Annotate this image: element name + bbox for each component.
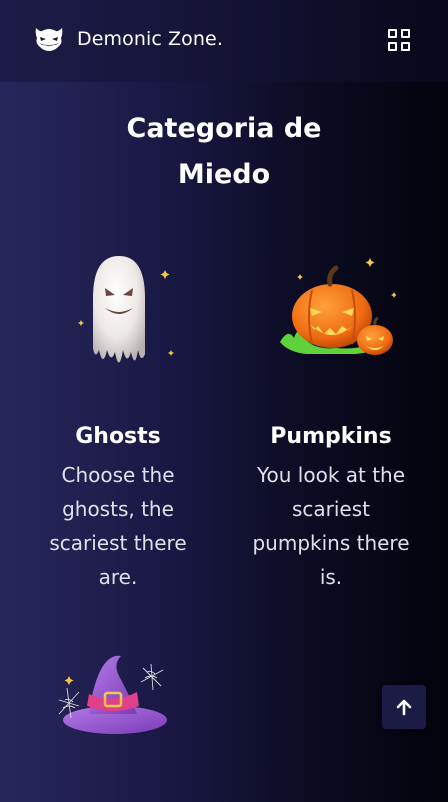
card-description: You look at the scariest pumpkins there … (252, 463, 410, 589)
card-title: Ghosts (75, 424, 161, 449)
demon-face-icon (35, 28, 63, 51)
section-title-line1: Categoria de (126, 113, 322, 144)
arrow-up-icon (396, 699, 412, 716)
section-title: Categoria de Miedo (0, 106, 448, 198)
header: Demonic Zone. (0, 0, 448, 82)
grid-menu-icon (388, 29, 397, 38)
category-card-witch-hat[interactable] (40, 648, 190, 748)
brand-name: Demonic Zone. (77, 28, 223, 50)
grid-menu-button[interactable] (387, 28, 411, 52)
pumpkin-icon (280, 258, 396, 355)
category-card-pumpkins[interactable]: Pumpkins You look at the scariest pumpki… (246, 250, 416, 594)
section-title-line2: Miedo (177, 159, 271, 190)
card-title: Pumpkins (270, 424, 392, 449)
category-card-ghosts[interactable]: Ghosts Choose the ghosts, the scariest t… (33, 250, 203, 594)
witch-hat-icon (58, 655, 167, 734)
brand-logo[interactable]: Demonic Zone. (33, 26, 223, 52)
card-description: Choose the ghosts, the scariest there ar… (49, 463, 187, 589)
scroll-to-top-button[interactable] (382, 685, 426, 729)
ghost-icon (78, 256, 174, 363)
